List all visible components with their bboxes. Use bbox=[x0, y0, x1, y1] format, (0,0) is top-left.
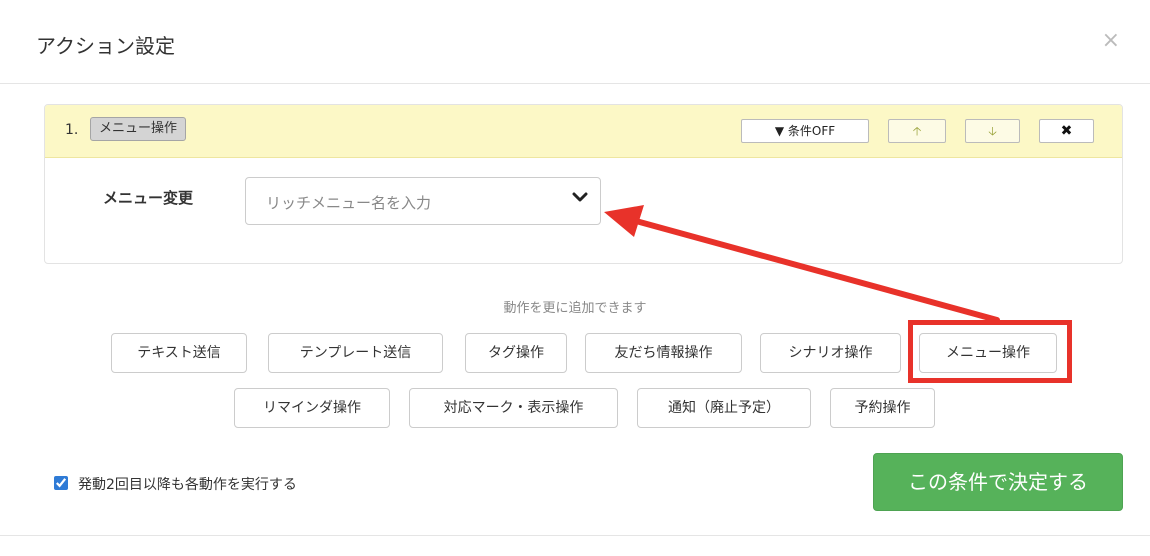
remove-icon: ✖ bbox=[1060, 123, 1073, 139]
repeat-checkbox[interactable] bbox=[54, 476, 68, 490]
modal-header: アクション設定 × bbox=[0, 0, 1150, 84]
op-notification-button[interactable]: 通知（廃止予定） bbox=[637, 388, 811, 428]
confirm-condition-button[interactable]: この条件で決定する bbox=[873, 453, 1123, 511]
modal-title: アクション設定 bbox=[36, 34, 175, 58]
op-mark-display-button[interactable]: 対応マーク・表示操作 bbox=[409, 388, 618, 428]
menu-change-label: メニュー変更 bbox=[103, 189, 194, 207]
arrow-down-icon: 🡣 bbox=[988, 124, 997, 138]
op-scenario-button[interactable]: シナリオ操作 bbox=[760, 333, 901, 373]
action-panel-heading: 1. メニュー操作 ▼ 条件OFF 🡡 🡣 ✖ bbox=[45, 105, 1122, 158]
close-icon[interactable]: × bbox=[1102, 28, 1120, 53]
action-panel: 1. メニュー操作 ▼ 条件OFF 🡡 🡣 ✖ メニュー変更 リッチメニュー名を… bbox=[44, 104, 1123, 264]
arrow-up-icon: 🡡 bbox=[912, 124, 922, 138]
footer-divider bbox=[0, 535, 1150, 536]
remove-action-button[interactable]: ✖ bbox=[1039, 119, 1094, 143]
op-reminder-button[interactable]: リマインダ操作 bbox=[234, 388, 390, 428]
op-menu-button[interactable]: メニュー操作 bbox=[919, 333, 1057, 373]
condition-toggle-button[interactable]: ▼ 条件OFF bbox=[741, 119, 869, 143]
op-text-send-button[interactable]: テキスト送信 bbox=[111, 333, 247, 373]
move-down-button[interactable]: 🡣 bbox=[965, 119, 1020, 143]
add-operation-hint: 動作を更に追加できます bbox=[503, 301, 647, 316]
move-up-button[interactable]: 🡡 bbox=[888, 119, 946, 143]
rich-menu-select-placeholder: リッチメニュー名を入力 bbox=[266, 194, 432, 212]
chevron-down-icon bbox=[572, 192, 588, 202]
op-friend-info-button[interactable]: 友だち情報操作 bbox=[585, 333, 742, 373]
repeat-label: 発動2回目以降も各動作を実行する bbox=[78, 477, 297, 493]
op-tag-button[interactable]: タグ操作 bbox=[465, 333, 567, 373]
action-type-tag: メニュー操作 bbox=[90, 117, 187, 141]
op-template-send-button[interactable]: テンプレート送信 bbox=[268, 333, 443, 373]
action-index: 1. bbox=[65, 122, 79, 138]
op-reservation-button[interactable]: 予約操作 bbox=[830, 388, 935, 428]
rich-menu-select[interactable]: リッチメニュー名を入力 bbox=[245, 177, 601, 225]
